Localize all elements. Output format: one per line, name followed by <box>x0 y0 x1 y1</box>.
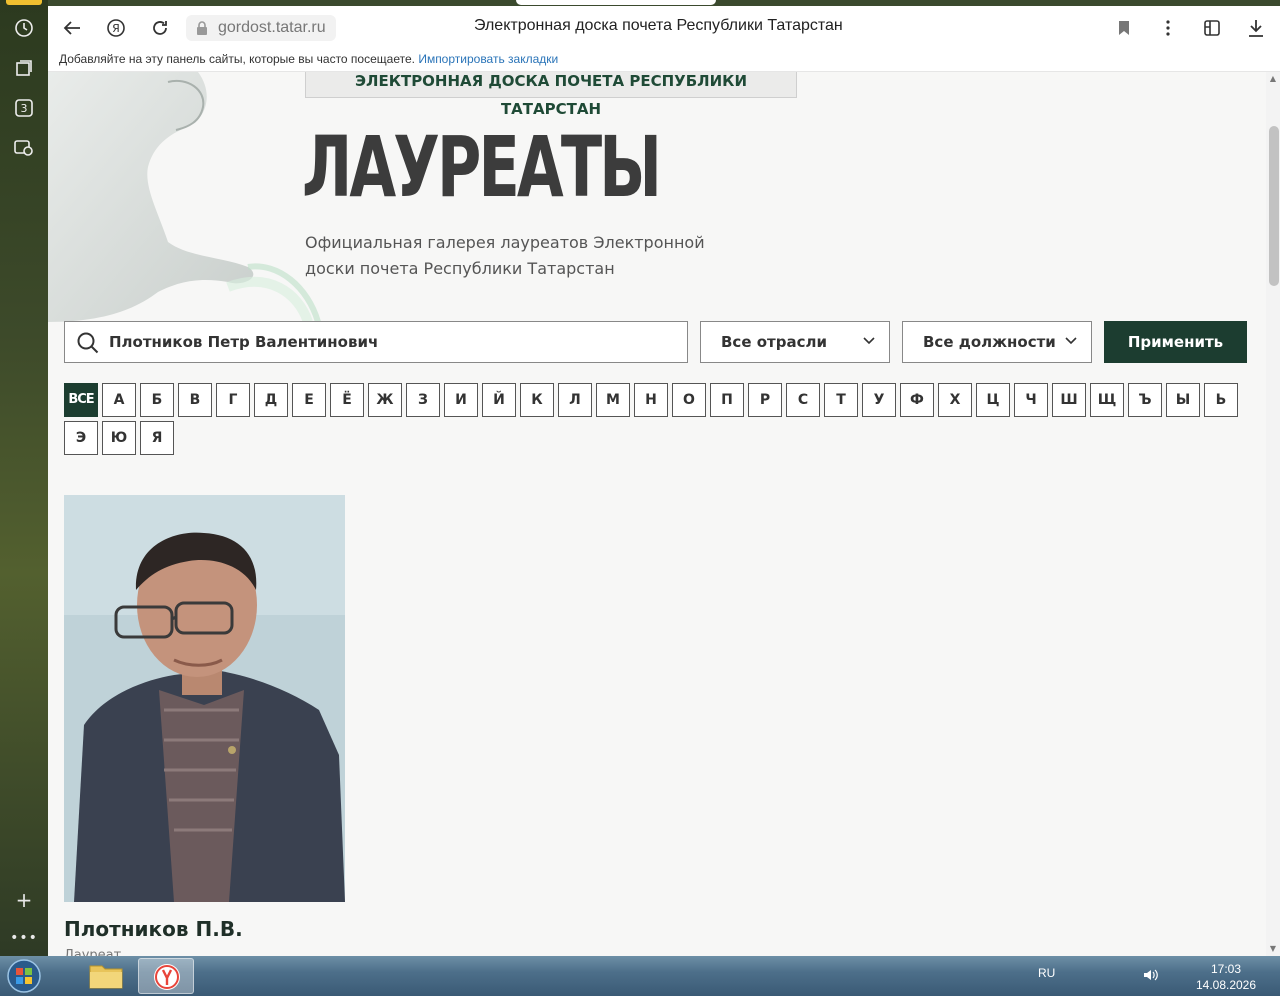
yandex-icon[interactable]: Я <box>102 14 130 42</box>
browser-toolbar: Я gordost.tatar.ru Электронная доска поч… <box>48 6 1280 50</box>
add-icon[interactable]: + <box>12 888 36 912</box>
scrollbar-thumb[interactable] <box>1269 126 1279 286</box>
url-text: gordost.tatar.ru <box>218 19 326 36</box>
taskbar: RU 17:03 14.08.2026 <box>0 956 1280 996</box>
browser-window: Я gordost.tatar.ru Электронная доска поч… <box>48 0 1280 956</box>
address-bar[interactable]: gordost.tatar.ru Электронная доска почет… <box>184 13 1134 43</box>
letter-filter-button[interactable]: Н <box>634 383 668 417</box>
download-icon[interactable] <box>1242 14 1270 42</box>
bookmarks-bar: Добавляйте на эту панель сайты, которые … <box>48 50 1280 72</box>
taskbar-yandex-browser[interactable] <box>138 958 194 994</box>
letter-filter-button[interactable]: Х <box>938 383 972 417</box>
letter-filter-button[interactable]: К <box>520 383 554 417</box>
laureate-role: Лауреат <box>64 948 122 956</box>
industry-select[interactable]: Все отрасли <box>700 321 890 363</box>
menu-dots-icon[interactable] <box>1154 14 1182 42</box>
tabs-count-icon[interactable]: 3 <box>12 96 36 120</box>
position-select-value: Все должности <box>923 333 1056 351</box>
search-icon <box>77 332 99 354</box>
letter-filter-button[interactable]: Э <box>64 421 98 455</box>
letter-filter-button[interactable]: М <box>596 383 630 417</box>
letter-filter-button[interactable]: Я <box>140 421 174 455</box>
browser-sidebar: 3 + ••• <box>0 0 48 956</box>
page-scrollbar[interactable]: ▲ ▼ <box>1266 72 1280 956</box>
lock-icon <box>197 21 207 35</box>
letter-filter-button[interactable]: И <box>444 383 478 417</box>
chevron-down-icon <box>1065 337 1077 345</box>
position-select[interactable]: Все должности <box>902 321 1092 363</box>
history-icon[interactable] <box>12 16 36 40</box>
collections-icon[interactable] <box>12 56 36 80</box>
letter-filter-button[interactable]: Ж <box>368 383 402 417</box>
industry-select-value: Все отрасли <box>721 333 827 351</box>
page-content: ЭЛЕКТРОННАЯ ДОСКА ПОЧЕТА РЕСПУБЛИКИ ТАТА… <box>48 72 1266 956</box>
letter-filter-button[interactable]: Ю <box>102 421 136 455</box>
letter-filter-button[interactable]: Ъ <box>1128 383 1162 417</box>
back-arrow-icon[interactable] <box>58 14 86 42</box>
scroll-up-arrow-icon[interactable]: ▲ <box>1268 74 1278 84</box>
letter-filter-button[interactable]: Ц <box>976 383 1010 417</box>
letter-filter-button[interactable]: Ш <box>1052 383 1086 417</box>
svg-text:Я: Я <box>112 22 120 35</box>
url-pill[interactable]: gordost.tatar.ru <box>186 15 336 41</box>
letter-filter-button[interactable]: ВСЕ <box>64 383 98 417</box>
bookmark-icon[interactable] <box>1118 20 1130 36</box>
start-button[interactable] <box>4 958 44 994</box>
portrait-image <box>64 495 345 902</box>
letter-filter-button[interactable]: С <box>786 383 820 417</box>
screenshot-icon[interactable] <box>12 136 36 160</box>
letter-filter-button[interactable]: Ы <box>1166 383 1200 417</box>
system-clock[interactable]: 17:03 14.08.2026 <box>1188 961 1264 993</box>
page-title-text: Электронная доска почета Республики Тата… <box>474 17 843 34</box>
letter-filter-button[interactable]: У <box>862 383 896 417</box>
import-bookmarks-link[interactable]: Импортировать закладки <box>418 52 558 66</box>
letter-filter-button[interactable]: Р <box>748 383 782 417</box>
laureate-photo[interactable] <box>64 495 345 902</box>
more-icon[interactable]: ••• <box>10 926 37 950</box>
letter-filter-button[interactable]: Т <box>824 383 858 417</box>
sidebar-top-badge <box>6 0 42 5</box>
letter-filter-button[interactable]: Д <box>254 383 288 417</box>
letter-filter-button[interactable]: Б <box>140 383 174 417</box>
tabs-count: 3 <box>20 101 28 115</box>
bookmarks-bar-hint: Добавляйте на эту панель сайты, которые … <box>59 52 415 66</box>
letter-filter-button[interactable]: Й <box>482 383 516 417</box>
taskbar-explorer[interactable] <box>78 958 134 994</box>
subtitle-line-2: доски почета Республики Татарстан <box>305 259 615 278</box>
letter-filter-button[interactable]: Л <box>558 383 592 417</box>
apply-button[interactable]: Применить <box>1104 321 1247 363</box>
active-tab[interactable] <box>516 0 716 5</box>
folder-icon <box>89 965 123 989</box>
letter-filter-button[interactable]: Щ <box>1090 383 1124 417</box>
scroll-down-arrow-icon[interactable]: ▼ <box>1268 944 1278 954</box>
letter-filter-button[interactable]: З <box>406 383 440 417</box>
search-box[interactable] <box>64 321 688 363</box>
letter-filter-button[interactable]: Г <box>216 383 250 417</box>
letter-filter-button[interactable]: Е <box>292 383 326 417</box>
keyboard-language[interactable]: RU <box>1038 966 1055 980</box>
letter-filter-button[interactable]: О <box>672 383 706 417</box>
chevron-down-icon <box>863 337 875 345</box>
page-subtitle: Официальная галерея лауреатов Электронно… <box>305 230 725 282</box>
letter-filter-button[interactable]: В <box>178 383 212 417</box>
page-heading: ЛАУРЕАТЫ <box>302 118 662 216</box>
volume-icon[interactable] <box>1142 967 1158 983</box>
letter-filter-button[interactable]: Ф <box>900 383 934 417</box>
subtitle-line-1: Официальная галерея лауреатов Электронно… <box>305 233 705 252</box>
board-banner: ЭЛЕКТРОННАЯ ДОСКА ПОЧЕТА РЕСПУБЛИКИ ТАТА… <box>305 72 797 118</box>
search-input[interactable] <box>109 322 679 362</box>
letter-filter-button[interactable]: П <box>710 383 744 417</box>
letter-filter-button[interactable]: Ч <box>1014 383 1048 417</box>
yandex-browser-icon <box>154 964 180 990</box>
letter-filter-button[interactable]: Ё <box>330 383 364 417</box>
clock-time: 17:03 <box>1210 962 1242 976</box>
letter-filter-button[interactable]: Ь <box>1204 383 1238 417</box>
laureate-name[interactable]: Плотников П.В. <box>64 917 243 941</box>
clock-date: 14.08.2026 <box>1195 978 1257 992</box>
extensions-icon[interactable] <box>1198 14 1226 42</box>
reload-icon[interactable] <box>146 14 174 42</box>
letter-filter-button[interactable]: А <box>102 383 136 417</box>
